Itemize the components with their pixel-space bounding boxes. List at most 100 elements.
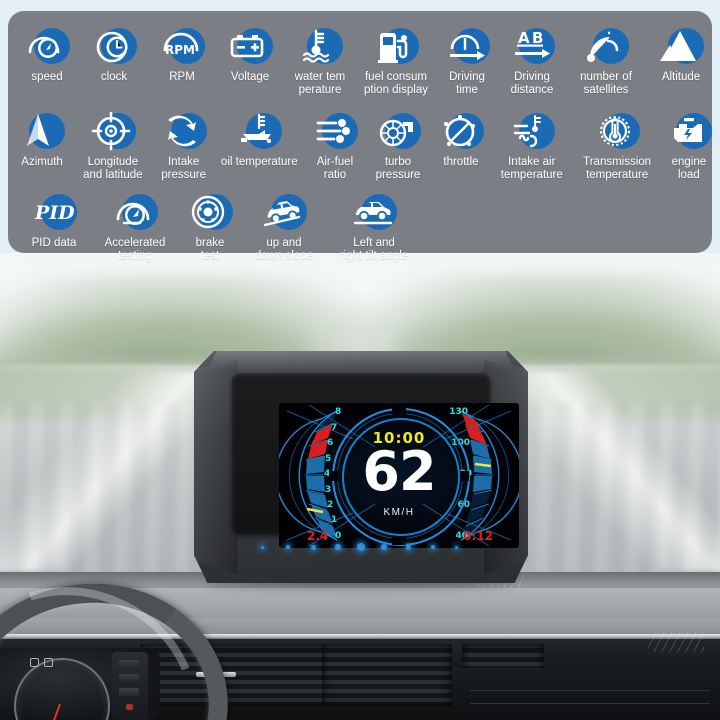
feature-item-label: engine load: [671, 156, 707, 181]
center-console: [452, 668, 720, 720]
wheel-button-1[interactable]: [119, 660, 139, 668]
feature-item-intake-air-temperature[interactable]: Intake air temperature: [491, 108, 572, 181]
led-indicator: [406, 544, 411, 550]
feature-item-transmission-temperature[interactable]: Transmission temperature: [573, 108, 662, 181]
satellite-dish-icon: [583, 23, 629, 69]
feature-item-label: brake test: [195, 237, 225, 262]
rpm-tick: 0: [335, 531, 342, 541]
led-indicator: [357, 543, 365, 551]
feature-item-label: Driving distance: [510, 71, 554, 96]
speed-readout: 62: [362, 440, 436, 503]
led-indicator: [311, 544, 316, 550]
hud-device[interactable]: 8 7 6 5 4 3 2 1 0 130 100 60 40 10:00 62…: [194, 351, 528, 588]
brake-disc-icon: [187, 189, 233, 235]
oil-can-thermometer-icon: [236, 108, 283, 154]
wheel-button-3[interactable]: [119, 688, 139, 696]
throttle-valve-icon: [438, 108, 484, 154]
feature-item-label: Altitude: [661, 71, 701, 83]
feature-item-turbo-pressure[interactable]: turbo pressure: [365, 108, 431, 181]
svg-text:RPM: RPM: [165, 43, 195, 57]
clock-icon: [91, 23, 137, 69]
feature-item-intake-pressure[interactable]: Intake pressure: [154, 108, 214, 181]
hud-screen[interactable]: 8 7 6 5 4 3 2 1 0 130 100 60 40 10:00 62…: [279, 403, 519, 548]
tilt-car-icon: [351, 189, 397, 235]
feature-item-pid-data[interactable]: PID PID data: [18, 189, 90, 262]
led-indicator: [455, 545, 458, 549]
compass-needle-icon: [19, 108, 66, 154]
feature-item-label: speed: [31, 71, 63, 83]
pid-icon: PID: [31, 189, 77, 235]
crosshair-target-icon: [90, 108, 136, 154]
device-screen-bezel: 8 7 6 5 4 3 2 1 0 130 100 60 40 10:00 62…: [232, 373, 519, 548]
led-indicator: [381, 544, 387, 550]
acceleration-gauge-icon: [112, 189, 158, 235]
feature-item-label: turbo pressure: [375, 156, 421, 181]
rpm-icon: RPM: [159, 23, 205, 69]
console-seam-2: [470, 703, 710, 704]
feature-item-label: Driving time: [449, 71, 485, 96]
feature-item-rpm[interactable]: RPM RPM: [148, 23, 216, 96]
led-indicator: [431, 545, 435, 549]
feature-item-label: fuel consum ption display: [364, 71, 428, 96]
rpm-tick: 8: [335, 407, 342, 417]
dashboard-hatching-right: [648, 632, 704, 652]
feature-item-throttle[interactable]: throttle: [431, 108, 491, 181]
feature-item-water-tem-perature[interactable]: water tem perature: [284, 23, 356, 96]
svg-text:PID: PID: [34, 202, 75, 224]
led-indicator: [335, 544, 341, 550]
svg-text:A: A: [518, 29, 530, 47]
fuel-pump-icon: [373, 23, 419, 69]
wheel-button-2[interactable]: [119, 674, 139, 682]
feature-item-driving-distance[interactable]: A B Driving distance: [498, 23, 566, 96]
feature-item-engine-load[interactable]: engine load: [662, 108, 716, 181]
feature-item-label: Accelerated testing: [104, 237, 166, 262]
slope-car-icon: [261, 189, 307, 235]
feature-item-label: PID data: [31, 237, 77, 249]
feature-item-voltage[interactable]: Voltage: [216, 23, 284, 96]
feature-item-label: throttle: [443, 156, 479, 168]
feature-item-label: Left and right tilt angle: [339, 237, 409, 262]
feature-item-label: Transmission temperature: [583, 156, 652, 181]
driving-distance-icon: AB: [509, 23, 555, 69]
feature-item-fuel-consum-ption-display[interactable]: fuel consum ption display: [356, 23, 436, 96]
feature-item-brake-test[interactable]: brake test: [180, 189, 240, 262]
feature-item-speed[interactable]: speed: [14, 23, 80, 96]
feature-item-clock[interactable]: clock: [80, 23, 148, 96]
svg-text:B: B: [532, 29, 543, 47]
device-led-strip: [261, 541, 461, 553]
feature-item-driving-time[interactable]: Driving time: [436, 23, 498, 96]
feature-item-number-of-satellites[interactable]: number of satellites: [566, 23, 646, 96]
feature-icon-panel: speed clock RPM RPM Voltage water tem perature…: [8, 11, 712, 262]
feature-item-air-fuel-ratio[interactable]: Air-fuel ratio: [305, 108, 365, 181]
feature-item-label: up and down slope: [254, 237, 314, 262]
speed-tick: 130: [449, 407, 468, 417]
turbocharger-icon: [375, 108, 421, 154]
feature-item-label: number of satellites: [580, 71, 632, 96]
feature-item-label: Longitude and latitude: [83, 156, 143, 181]
feature-item-label: clock: [100, 71, 128, 83]
feature-item-accelerated-testing[interactable]: Accelerated testing: [90, 189, 180, 262]
feature-item-label: water tem perature: [294, 71, 346, 96]
speed-unit-label: KM/H: [383, 507, 415, 518]
feature-item-longitude-and-latitude[interactable]: Longitude and latitude: [72, 108, 153, 181]
battery-icon: [227, 23, 273, 69]
feature-row-3: PID PID data Accelerated testing brake test up…: [8, 189, 720, 262]
feature-item-label: Voltage: [230, 71, 270, 83]
feature-item-up-and-down-slope[interactable]: up and down slope: [240, 189, 328, 262]
mountain-icon: [658, 23, 704, 69]
feature-item-left-and-right-tilt-angle[interactable]: Left and right tilt angle: [328, 189, 420, 262]
water-temperature-icon: [297, 23, 343, 69]
steering-wheel-button-pad[interactable]: [112, 652, 148, 720]
gear-thermometer-icon: [594, 108, 641, 154]
air-fuel-ratio-icon: [312, 108, 358, 154]
ring-gap-top: [392, 406, 406, 414]
feature-item-altitude[interactable]: Altitude: [646, 23, 716, 96]
air-vent-center: [322, 644, 452, 706]
led-indicator: [286, 545, 290, 549]
engine-icon: [666, 108, 712, 154]
feature-item-azimuth[interactable]: Azimuth: [12, 108, 72, 181]
wheel-indicator-led: [126, 704, 133, 710]
recycle-arrows-icon: [161, 108, 207, 154]
intake-air-temp-icon: [509, 108, 555, 154]
feature-item-oil-temperature[interactable]: oil temperature: [214, 108, 305, 181]
